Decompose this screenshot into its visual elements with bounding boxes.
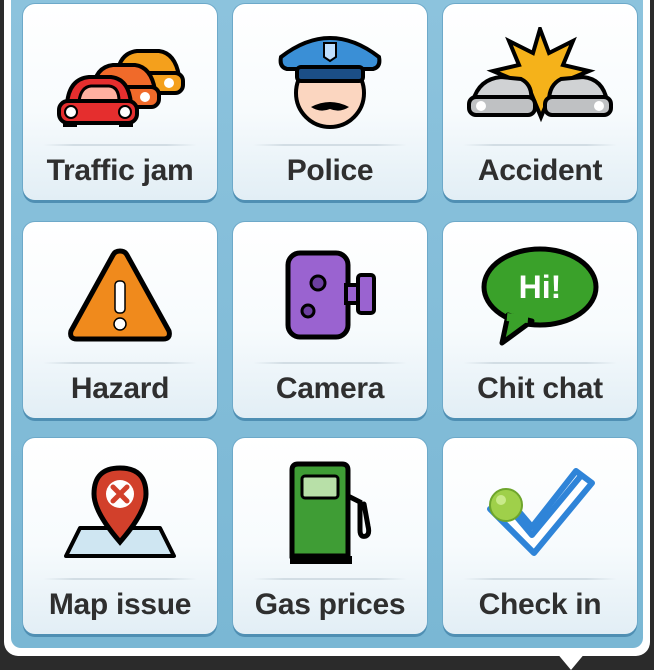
police-label: Police (286, 154, 374, 187)
tile-separator (43, 578, 197, 580)
report-menu-panel: Traffic jam Police Accident Hazard Camer… (4, 0, 650, 656)
map-pin-icon (23, 456, 217, 566)
check-in-icon (443, 456, 637, 566)
tile-separator (463, 144, 617, 146)
tile-separator (253, 144, 407, 146)
tile-separator (43, 144, 197, 146)
tile-separator (43, 362, 197, 364)
chat-bubble-icon: Hi! (443, 240, 637, 350)
accident-icon (443, 22, 637, 132)
map-issue-button[interactable]: Map issue (23, 438, 217, 634)
chit-chat-label: Chit chat (477, 372, 603, 405)
camera-label: Camera (275, 372, 385, 405)
chit-chat-button[interactable]: Hi! Chit chat (443, 222, 637, 418)
check-in-label: Check in (478, 588, 602, 621)
camera-button[interactable]: Camera (233, 222, 427, 418)
tile-separator (463, 362, 617, 364)
chat-bubble-text: Hi! (519, 269, 562, 305)
tile-separator (253, 578, 407, 580)
traffic-jam-button[interactable]: Traffic jam (23, 4, 217, 200)
tile-separator (463, 578, 617, 580)
gas-pump-icon (233, 456, 427, 566)
camera-icon (233, 240, 427, 350)
hazard-label: Hazard (70, 372, 170, 405)
accident-button[interactable]: Accident (443, 4, 637, 200)
hazard-icon (23, 240, 217, 350)
traffic-jam-icon (23, 22, 217, 132)
hazard-button[interactable]: Hazard (23, 222, 217, 418)
gas-prices-button[interactable]: Gas prices (233, 438, 427, 634)
police-icon (233, 22, 427, 132)
police-button[interactable]: Police (233, 4, 427, 200)
check-in-button[interactable]: Check in (443, 438, 637, 634)
report-menu-grid: Traffic jam Police Accident Hazard Camer… (11, 0, 643, 648)
popup-pointer (556, 652, 586, 670)
traffic-jam-label: Traffic jam (46, 154, 194, 187)
map-issue-label: Map issue (48, 588, 192, 621)
gas-prices-label: Gas prices (254, 588, 406, 621)
tile-separator (253, 362, 407, 364)
accident-label: Accident (477, 154, 603, 187)
